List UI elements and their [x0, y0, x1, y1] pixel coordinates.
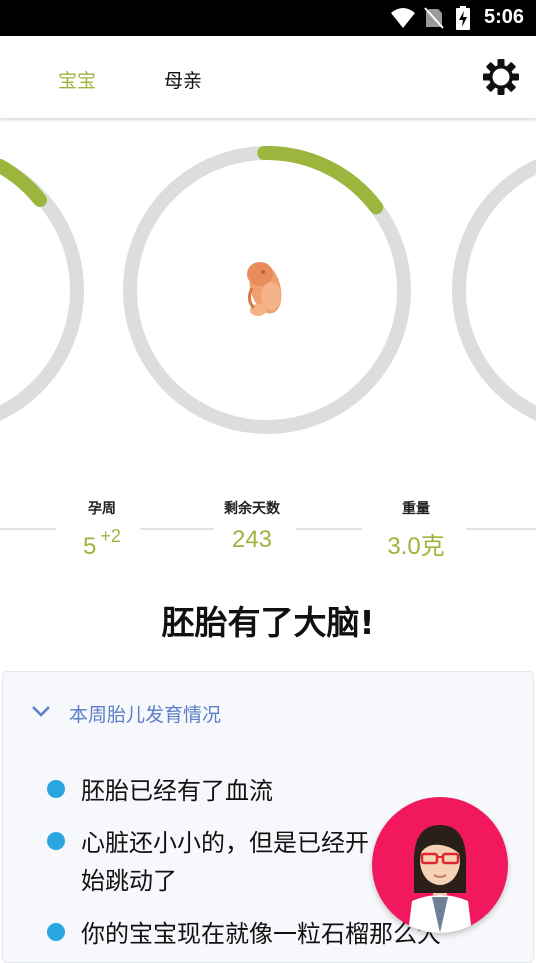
gear-icon[interactable]: [482, 58, 520, 96]
week-number: 5: [83, 533, 97, 560]
next-week-ring[interactable]: [452, 153, 536, 427]
doctor-assistant-button[interactable]: [372, 797, 508, 933]
stat-label: 重量: [402, 501, 430, 517]
tab-mother[interactable]: 母亲: [164, 66, 202, 93]
stat-label: 孕周: [88, 501, 116, 517]
previous-week-ring-progress: [0, 159, 47, 207]
battery-charging-icon: [456, 6, 470, 30]
bullet-dot: [47, 780, 65, 798]
no-sim-icon: [424, 7, 444, 29]
stat-value: 243: [231, 526, 273, 553]
status-bar: 5:06: [0, 0, 536, 36]
week-headline: 胚胎有了大脑!: [161, 603, 375, 642]
stat-gestational-week: 孕周 5 +2: [47, 498, 157, 561]
stat-days-remaining: 剩余天数 243: [197, 498, 307, 554]
card-title: 本周胎儿发育情况: [69, 704, 222, 726]
status-time: 5:06: [483, 6, 524, 28]
bullet-dot: [47, 923, 65, 941]
week-days-extra: +2: [100, 526, 121, 546]
wifi-icon: [391, 8, 415, 28]
week-carousel[interactable]: [0, 118, 536, 478]
chevron-down-icon: [32, 706, 50, 717]
top-tab-bar: 宝宝 母亲: [0, 36, 536, 118]
doctor-avatar-icon: [408, 825, 472, 933]
tab-baby[interactable]: 宝宝: [58, 66, 96, 93]
stat-value: 3.0克: [387, 533, 445, 560]
stat-value: 5 +2: [47, 526, 157, 561]
stat-weight: 重量 3.0克: [361, 498, 471, 561]
stat-label: 剩余天数: [224, 501, 280, 517]
bullet-dot: [47, 832, 65, 850]
list-item-text: 心脏还小小的，但是已经开始跳动了: [81, 829, 369, 895]
pregnancy-stats: 孕周 5 +2 剩余天数 243 重量 3.0克: [0, 490, 536, 570]
progress-rings: [0, 146, 536, 434]
stats-divider: [466, 528, 536, 530]
